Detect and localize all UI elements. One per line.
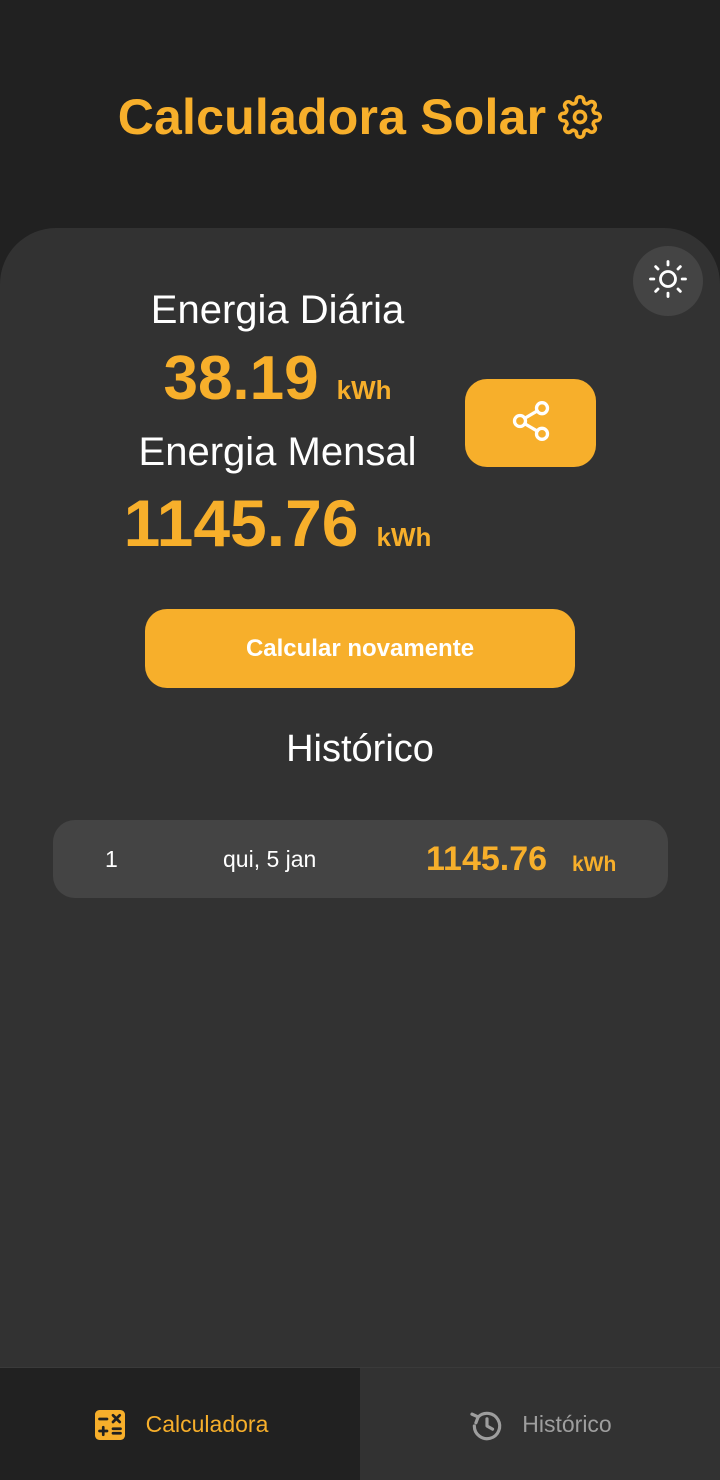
app-header: Calculadora Solar [0,88,720,146]
bottom-navigation: Calculadora Histórico [0,1367,720,1480]
history-row-unit: kWh [572,853,617,876]
app-screen: Calculadora Solar Energia Diária 38.19 k… [0,0,720,1480]
gear-icon[interactable] [558,95,603,139]
sun-icon [648,259,688,304]
nav-item-calculadora[interactable]: Calculadora [0,1368,360,1480]
share-button[interactable] [465,379,596,467]
daily-energy-label: Energia Diária [150,288,405,332]
app-title: Calculadora Solar [117,89,547,145]
monthly-energy-value: 1145.76 [123,486,359,560]
theme-toggle-button[interactable] [633,246,703,316]
monthly-energy-unit: kWh [376,522,432,552]
daily-energy-value: 38.19 [163,344,319,413]
history-row-index: 1 [105,846,118,872]
share-icon [509,399,553,448]
daily-energy-unit: kWh [336,375,392,405]
monthly-energy-value-row: 1145.76 kWh [0,485,555,561]
nav-label-calculadora: Calculadora [145,1411,269,1437]
history-section-title: Histórico [286,728,434,770]
history-row-date: qui, 5 jan [223,846,317,872]
nav-label-historico: Histórico [522,1411,612,1437]
history-row-value: 1145.76 [426,840,548,878]
recalculate-button[interactable]: Calcular novamente [145,609,575,688]
history-icon [468,1407,504,1443]
calculator-icon [92,1407,128,1443]
nav-item-historico[interactable]: Histórico [360,1368,720,1480]
history-row[interactable]: 1 qui, 5 jan 1145.76 kWh [53,820,668,898]
